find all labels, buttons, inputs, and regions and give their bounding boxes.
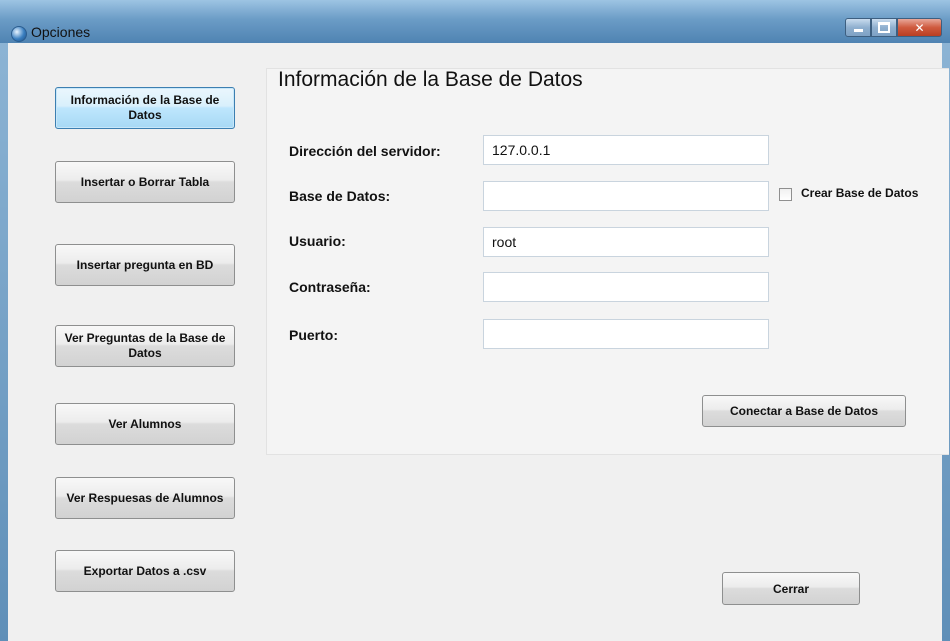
server-input[interactable] [483,135,769,165]
app-globe-icon [11,26,27,42]
window-title: Opciones [31,24,91,40]
maximize-icon [878,22,890,33]
user-label: Usuario: [289,233,346,249]
nav-insert-question-button[interactable]: Insertar pregunta en BD [55,244,235,286]
create-database-checkbox[interactable] [779,188,792,201]
close-button[interactable]: ✕ [897,18,942,37]
server-label: Dirección del servidor: [289,143,441,159]
minimize-button[interactable] [845,18,871,37]
create-database-label[interactable]: Crear Base de Datos [801,186,918,200]
port-label: Puerto: [289,327,338,343]
nav-insert-delete-table-button[interactable]: Insertar o Borrar Tabla [55,161,235,203]
nav-button-label: Insertar o Borrar Tabla [80,174,210,189]
nav-button-label: Ver Respuesas de Alumnos [66,490,224,505]
nav-button-label: Información de la Base de Datos [70,93,220,122]
database-input[interactable] [483,181,769,211]
options-window: Opciones ✕ Información de la Base de Dat… [0,0,950,641]
connect-button-label: Conectar a Base de Datos [729,404,879,418]
connect-database-button[interactable]: Conectar a Base de Datos [702,395,906,427]
maximize-button[interactable] [871,18,897,37]
nav-view-answers-button[interactable]: Ver Respuesas de Alumnos [55,477,235,519]
close-button-label: Cerrar [772,581,810,596]
password-label: Contraseña: [289,279,371,295]
close-icon: ✕ [914,20,925,35]
nav-export-csv-button[interactable]: Exportar Datos a .csv [55,550,235,592]
nav-database-info-button[interactable]: Información de la Base de Datos [55,87,235,129]
user-input[interactable] [483,227,769,257]
nav-button-label: Ver Preguntas de la Base de Datos [64,331,226,360]
nav-view-questions-button[interactable]: Ver Preguntas de la Base de Datos [55,325,235,367]
nav-button-label: Insertar pregunta en BD [76,257,214,272]
client-area: Información de la Base de Datos Insertar… [8,43,949,641]
title-bar[interactable]: Opciones ✕ [0,0,950,43]
panel-title: Información de la Base de Datos [278,68,583,91]
minimize-icon [853,29,863,32]
nav-view-students-button[interactable]: Ver Alumnos [55,403,235,445]
database-label: Base de Datos: [289,188,391,204]
password-input[interactable] [483,272,769,302]
port-input[interactable] [483,319,769,349]
nav-button-label: Exportar Datos a .csv [83,563,207,578]
close-dialog-button[interactable]: Cerrar [722,572,860,605]
window-controls: ✕ [845,18,942,38]
nav-button-label: Ver Alumnos [108,416,182,431]
